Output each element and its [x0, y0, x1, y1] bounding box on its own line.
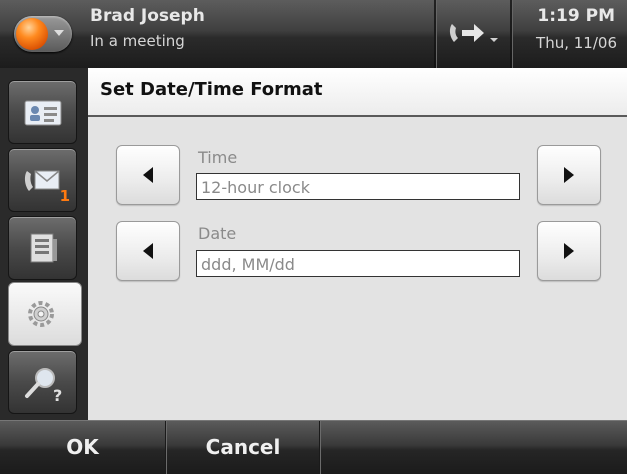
user-status: In a meeting: [90, 32, 185, 50]
gear-icon: [28, 301, 54, 327]
page-title: Set Date/Time Format: [100, 79, 323, 100]
date-next-button[interactable]: [537, 221, 601, 281]
arrow-right-icon: [564, 243, 574, 259]
clock-time: 1:19 PM: [537, 6, 615, 26]
cancel-button[interactable]: Cancel: [167, 421, 319, 474]
date-time-format-panel: Set Date/Time Format Time 12-hour clock …: [88, 68, 627, 420]
header-divider: [434, 0, 437, 68]
voicemail-envelope-icon: [24, 170, 60, 191]
sidebar-item-search[interactable]: ?: [8, 350, 77, 414]
time-next-button[interactable]: [537, 145, 601, 205]
sidebar-item-contacts[interactable]: [8, 80, 77, 144]
sidebar-item-settings[interactable]: [8, 282, 82, 346]
softkey-divider: [319, 421, 321, 474]
header-divider: [510, 0, 513, 68]
user-name: Brad Joseph: [90, 6, 205, 26]
date-format-field[interactable]: ddd, MM/dd: [196, 250, 520, 277]
svg-text:?: ?: [53, 386, 62, 405]
time-previous-button[interactable]: [116, 145, 180, 205]
time-label: Time: [198, 148, 238, 167]
arrow-left-icon: [143, 243, 153, 259]
sidebar: 1 ?: [0, 68, 88, 420]
arrow-right-icon: [564, 167, 574, 183]
clock-date: Thu, 11/06: [536, 34, 617, 52]
softkey-bar: OK Cancel: [0, 420, 627, 474]
date-label: Date: [198, 224, 237, 243]
panel-header: Set Date/Time Format: [88, 68, 627, 117]
sidebar-item-call-log[interactable]: [8, 216, 77, 280]
search-help-icon: ?: [25, 368, 62, 405]
chevron-down-icon: [54, 30, 64, 36]
presence-status-icon: [16, 18, 48, 50]
call-forward-button[interactable]: [446, 18, 506, 50]
sidebar-item-voicemail[interactable]: 1: [8, 148, 77, 212]
ok-button[interactable]: OK: [0, 421, 165, 474]
date-previous-button[interactable]: [116, 221, 180, 281]
contact-card-icon: [24, 100, 62, 126]
call-forward-icon: [449, 24, 498, 42]
arrow-left-icon: [143, 167, 153, 183]
call-log-list-icon: [30, 233, 57, 263]
status-header: Brad Joseph In a meeting 1:19 PM Thu, 11…: [0, 0, 627, 68]
time-format-field[interactable]: 12-hour clock: [196, 173, 520, 200]
voicemail-count-badge: 1: [59, 187, 70, 205]
presence-selector[interactable]: [14, 16, 72, 52]
